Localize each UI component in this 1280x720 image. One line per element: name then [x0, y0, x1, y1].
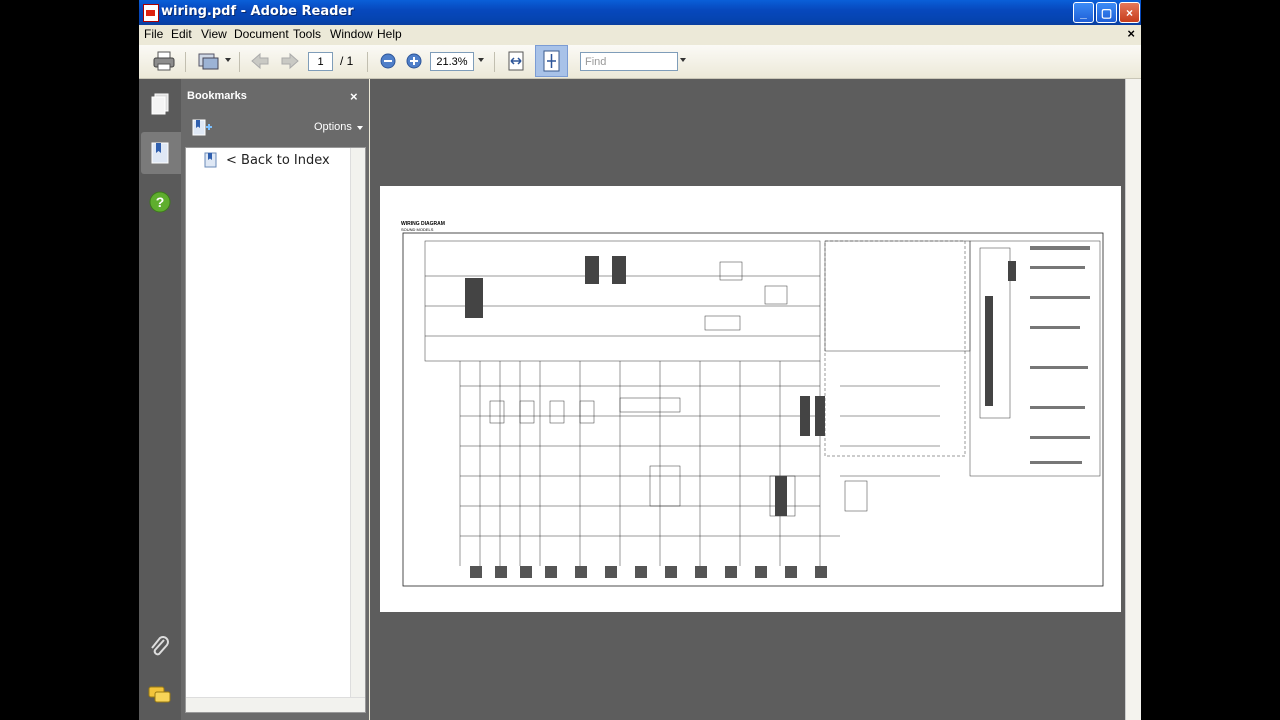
bookmarks-vertical-scrollbar[interactable] — [350, 148, 365, 712]
close-document-button[interactable]: × — [1127, 26, 1135, 41]
zoom-out-icon — [380, 53, 396, 69]
fit-width-button[interactable] — [505, 51, 527, 71]
bookmarks-icon[interactable] — [146, 139, 174, 167]
printer-icon — [153, 51, 175, 71]
fit-window-icon — [543, 50, 560, 72]
find-input[interactable]: Find — [580, 52, 678, 71]
options-menu[interactable]: Options — [314, 121, 352, 133]
document-vertical-scrollbar[interactable] — [1125, 79, 1141, 720]
toolbar-separator — [494, 52, 495, 72]
chevron-down-icon[interactable] — [225, 58, 231, 62]
toolbar-separator — [239, 52, 240, 72]
svg-text:?: ? — [156, 194, 165, 210]
menu-document[interactable]: Document — [234, 27, 289, 41]
menu-view[interactable]: View — [201, 27, 227, 41]
menu-window[interactable]: Window — [330, 27, 373, 41]
chevron-down-icon[interactable] — [680, 58, 686, 62]
toolbar-separator — [367, 52, 368, 72]
wiring-diagram: WIRING DIAGRAM SOUND MODELS — [401, 221, 1104, 587]
bookmarks-horizontal-scrollbar[interactable] — [186, 697, 365, 712]
navigation-pane: ? — [139, 79, 181, 720]
bookmarks-header: Bookmarks — [187, 90, 247, 102]
zoom-in-button[interactable] — [405, 51, 423, 71]
bookmarks-panel: Bookmarks × Options < Back to Index — [181, 79, 369, 720]
toolbar: 1 / 1 21.3% Find — [139, 45, 1141, 79]
comments-icon[interactable] — [146, 681, 174, 709]
print-button[interactable] — [151, 51, 177, 71]
bookmarks-tree: < Back to Index — [185, 147, 366, 713]
diagram-subtitle: SOUND MODELS — [401, 227, 434, 232]
zoom-out-button[interactable] — [379, 51, 397, 71]
minimize-button[interactable]: _ — [1073, 2, 1094, 23]
page-total: / 1 — [340, 54, 354, 68]
fit-window-button[interactable] — [535, 45, 568, 77]
bookmark-back-to-index[interactable]: < Back to Index — [226, 153, 330, 168]
reader-window: wiring.pdf - Adobe Reader _ ▢ × File Edi… — [139, 0, 1141, 720]
previous-page-button[interactable] — [249, 51, 271, 71]
help-icon[interactable]: ? — [146, 188, 174, 216]
chevron-down-icon[interactable] — [357, 126, 363, 130]
close-panel-button[interactable]: × — [350, 89, 358, 104]
zoom-in-icon — [406, 53, 422, 69]
menu-file[interactable]: File — [144, 27, 163, 41]
next-page-button[interactable] — [279, 51, 301, 71]
window-title: wiring.pdf - Adobe Reader — [161, 4, 354, 19]
menu-bar: File Edit View Document Tools Window Hel… — [139, 25, 1141, 45]
arrow-left-icon — [251, 52, 269, 70]
menu-help[interactable]: Help — [377, 27, 402, 41]
pdf-app-icon — [143, 4, 159, 22]
close-window-button[interactable]: × — [1119, 2, 1140, 23]
collaborate-icon — [198, 53, 219, 70]
maximize-button[interactable]: ▢ — [1096, 2, 1117, 23]
menu-tools[interactable]: Tools — [293, 27, 321, 41]
pages-icon[interactable] — [146, 90, 174, 118]
bookmark-icon — [204, 152, 217, 168]
menu-edit[interactable]: Edit — [171, 27, 192, 41]
attachments-icon[interactable] — [146, 633, 174, 661]
document-viewport[interactable]: WIRING DIAGRAM SOUND MODELS — [370, 79, 1125, 720]
pdf-page: WIRING DIAGRAM SOUND MODELS — [380, 186, 1121, 612]
arrow-right-icon — [281, 52, 299, 70]
fit-width-icon — [508, 51, 524, 71]
zoom-level-input[interactable]: 21.3% — [430, 52, 474, 71]
collaborate-button[interactable] — [195, 51, 221, 71]
title-bar[interactable]: wiring.pdf - Adobe Reader _ ▢ × — [139, 0, 1141, 25]
new-bookmark-icon[interactable] — [191, 119, 213, 137]
toolbar-separator — [185, 52, 186, 72]
chevron-down-icon[interactable] — [478, 58, 484, 62]
page-number-input[interactable]: 1 — [308, 52, 333, 71]
